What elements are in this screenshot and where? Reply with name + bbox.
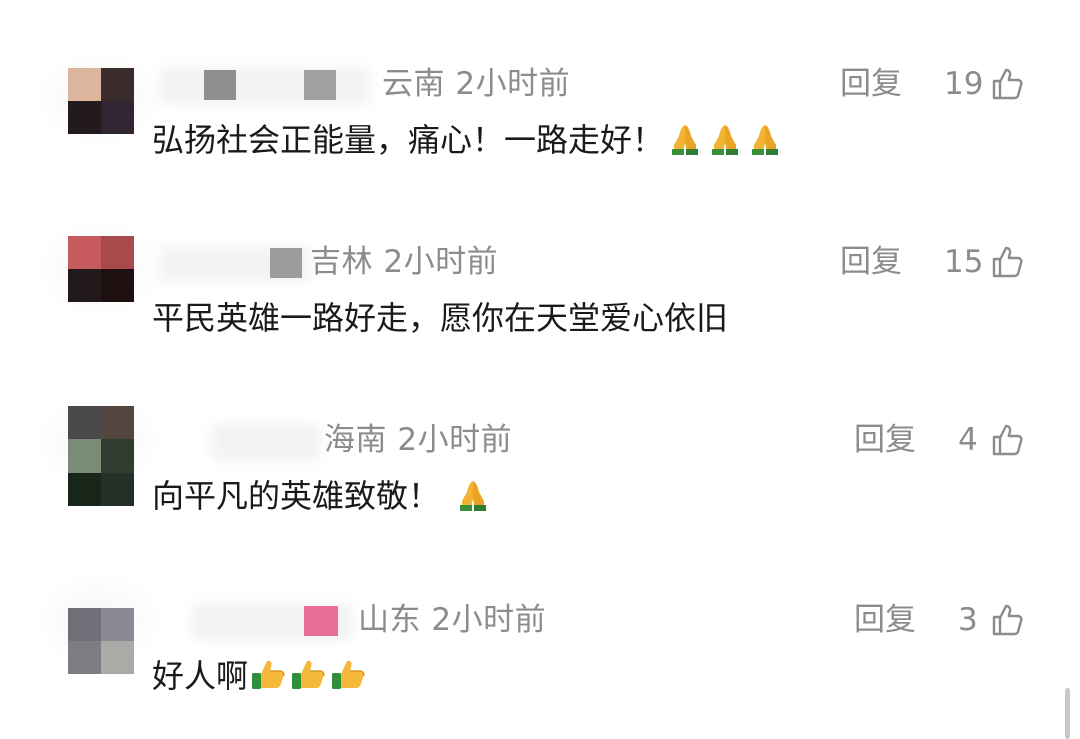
- comment-text: 平民英雄一路好走，愿你在天堂爱心依旧: [152, 296, 728, 340]
- comment-text: 向平凡的英雄致敬！: [152, 474, 492, 518]
- like-count: 4: [958, 422, 978, 458]
- avatar[interactable]: [68, 406, 134, 506]
- avatar[interactable]: [68, 608, 134, 674]
- folded-hands-icon: [752, 125, 779, 155]
- comment-text: 好人啊: [152, 654, 368, 698]
- username-redacted[interactable]: [152, 424, 322, 460]
- thumb-up-outline-icon[interactable]: [990, 422, 1026, 458]
- comment-meta: 山东 2小时前 回复 3: [152, 600, 1024, 640]
- comment-meta: 海南 2小时前 回复 4: [152, 420, 1024, 460]
- thumbs-up-emoji-icon: [252, 660, 285, 689]
- comment-body: 弘扬社会正能量，痛心！一路走好！: [152, 121, 665, 159]
- comment-meta: 云南 2小时前 回复 19: [152, 64, 1024, 104]
- comment-body: 向平凡的英雄致敬！: [152, 477, 441, 515]
- thumb-up-outline-icon[interactable]: [990, 244, 1026, 280]
- thumbs-up-emoji-icon: [292, 660, 325, 689]
- username-redacted[interactable]: [152, 68, 377, 104]
- reply-button[interactable]: 回复: [854, 600, 916, 640]
- comment-item: 海南 2小时前 回复 4 向平凡的英雄致敬！: [0, 392, 1080, 558]
- reply-button[interactable]: 回复: [840, 242, 902, 282]
- comment-item: 山东 2小时前 回复 3 好人啊: [0, 570, 1080, 732]
- reply-button[interactable]: 回复: [840, 64, 902, 104]
- region-time: 海南 2小时前: [324, 422, 513, 458]
- thumb-up-outline-icon[interactable]: [990, 602, 1026, 638]
- comment-list: 云南 2小时前 回复 19 弘扬社会正能量，痛心！一路走好！ 吉林 2小时前 回…: [0, 0, 1080, 739]
- region-time: 吉林 2小时前: [310, 244, 499, 280]
- comment-body: 平民英雄一路好走，愿你在天堂爱心依旧: [152, 299, 729, 337]
- comment-meta: 吉林 2小时前 回复 15: [152, 242, 1024, 282]
- region-time: 山东 2小时前: [358, 602, 547, 638]
- username-redacted[interactable]: [152, 604, 357, 640]
- region-time: 云南 2小时前: [382, 66, 571, 102]
- folded-hands-icon: [460, 481, 487, 511]
- comment-text: 弘扬社会正能量，痛心！一路走好！: [152, 118, 784, 162]
- avatar[interactable]: [68, 236, 134, 302]
- username-redacted[interactable]: [152, 246, 312, 282]
- folded-hands-icon: [712, 125, 739, 155]
- comment-item: 吉林 2小时前 回复 15 平民英雄一路好走，愿你在天堂爱心依旧: [0, 218, 1080, 388]
- thumbs-up-emoji-icon: [332, 660, 365, 689]
- like-count: 19: [944, 66, 984, 102]
- thumb-up-outline-icon[interactable]: [990, 66, 1026, 102]
- like-count: 15: [944, 244, 984, 280]
- comment-item: 云南 2小时前 回复 19 弘扬社会正能量，痛心！一路走好！: [0, 48, 1080, 218]
- scrollbar[interactable]: [1065, 688, 1070, 739]
- like-count: 3: [958, 602, 978, 638]
- reply-button[interactable]: 回复: [854, 420, 916, 460]
- avatar[interactable]: [68, 68, 134, 134]
- folded-hands-icon: [672, 125, 699, 155]
- comment-body: 好人啊: [152, 657, 249, 695]
